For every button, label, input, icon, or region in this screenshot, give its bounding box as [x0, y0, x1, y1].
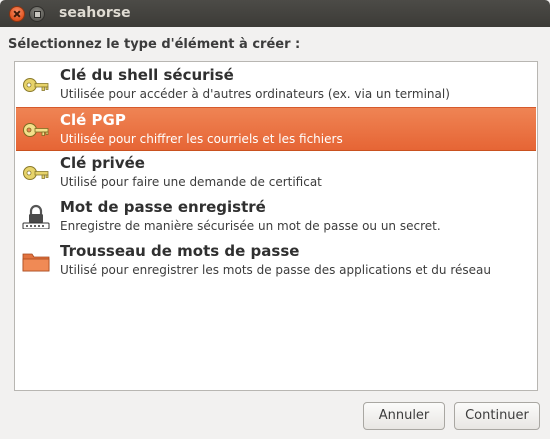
key-icon [23, 123, 49, 137]
item-title: Mot de passe enregistré [60, 198, 266, 216]
item-description: Utilisée pour chiffrer les courriels et … [60, 132, 343, 146]
key-icon [23, 166, 49, 180]
item-description: Enregistre de manière sécurisée un mot d… [60, 219, 441, 233]
list-item-password-keyring[interactable]: Trousseau de mots de passe Utilisé pour … [16, 239, 536, 283]
prompt-label: Sélectionnez le type d'élément à créer : [8, 37, 301, 52]
list-item-pgp-key[interactable]: Clé PGP Utilisée pour chiffrer les courr… [16, 107, 536, 151]
item-type-list[interactable]: Clé du shell sécurisé Utilisée pour accé… [14, 61, 538, 391]
item-description: Utilisée pour accéder à d'autres ordinat… [60, 87, 450, 101]
list-item-private-key[interactable]: Clé privée Utilisé pour faire une demand… [16, 151, 536, 195]
item-title: Trousseau de mots de passe [60, 242, 300, 260]
close-icon[interactable] [9, 6, 25, 22]
item-title: Clé du shell sécurisé [60, 66, 234, 84]
item-description: Utilisé pour enregistrer les mots de pas… [60, 263, 491, 277]
title-bar: seahorse [0, 0, 550, 27]
list-item-ssh-key[interactable]: Clé du shell sécurisé Utilisée pour accé… [16, 63, 536, 107]
cancel-button[interactable]: Annuler [363, 402, 445, 430]
lock-icon [22, 204, 50, 229]
item-title: Clé PGP [60, 111, 126, 129]
item-description: Utilisé pour faire une demande de certif… [60, 175, 322, 189]
list-item-stored-password[interactable]: Mot de passe enregistré Enregistre de ma… [16, 195, 536, 239]
continue-button[interactable]: Continuer [454, 402, 540, 430]
folder-icon [22, 253, 50, 272]
window-title: seahorse [59, 5, 131, 21]
key-icon [23, 78, 49, 92]
minimize-icon[interactable] [29, 6, 45, 22]
item-title: Clé privée [60, 154, 145, 172]
